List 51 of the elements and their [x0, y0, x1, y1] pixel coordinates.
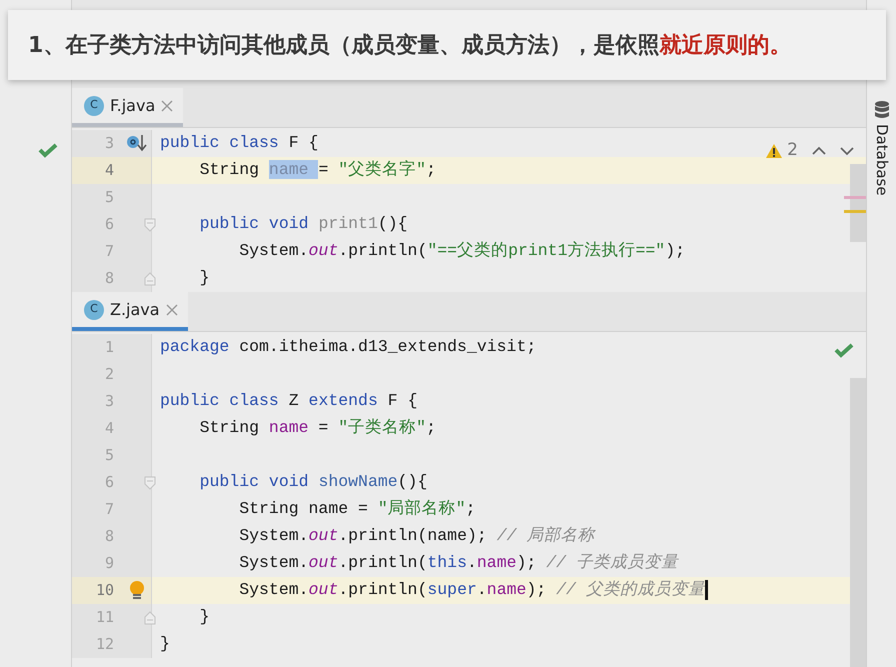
check-icon [834, 342, 854, 358]
banner-text: 1、在子类方法中访问其他成员（成员变量、成员方法），是依照就近原则的。 [28, 32, 792, 60]
code-line: String name = "子类名称"; [198, 417, 436, 440]
line-number: 7 [104, 241, 114, 262]
class-icon: C [84, 96, 104, 116]
code-line: public class F { [159, 132, 318, 154]
database-icon [874, 100, 890, 120]
chevron-up-icon[interactable] [812, 146, 826, 156]
code-line: System.out.println(name); // 局部名称 [238, 525, 594, 548]
line-number: 4 [104, 418, 114, 440]
line-number: 5 [104, 445, 114, 466]
line-number: 9 [104, 553, 114, 574]
code-line: System.out.println(super.name); // 父类的成员变量 [152, 578, 708, 603]
chevron-down-icon[interactable] [840, 146, 854, 156]
line-number: 4 [104, 160, 114, 182]
line-number: 8 [104, 526, 114, 548]
code-line: package com.itheima.d13_extends_visit; [159, 336, 536, 358]
line-number: 6 [104, 214, 114, 236]
line-number: 1 [104, 337, 114, 358]
scrollbar[interactable] [850, 378, 866, 667]
code-line: public void print1(){ [198, 213, 408, 236]
code-line: } [159, 633, 170, 656]
database-tab[interactable]: Database [870, 124, 893, 196]
warning-stripe-mark [844, 210, 866, 213]
file-tab[interactable]: C F.java [72, 88, 184, 127]
line-number: 11 [94, 607, 114, 628]
code-line: } [198, 267, 210, 290]
code-line: String name = "父类名字"; [198, 159, 436, 182]
file-tab[interactable]: C Z.java [72, 292, 188, 331]
close-icon[interactable] [161, 100, 174, 112]
line-number: 6 [104, 472, 114, 494]
code-line: String name = "局部名称"; [238, 498, 476, 520]
line-number: 10 [94, 580, 114, 602]
line-number: 7 [104, 499, 114, 520]
code-line: public class Z extends F { [159, 390, 418, 412]
code-line: } [198, 606, 210, 628]
warning-counter[interactable]: 2 [765, 138, 798, 164]
line-number: 3 [104, 391, 114, 412]
code-line: public void showName(){ [198, 471, 428, 494]
line-number: 2 [104, 364, 114, 386]
error-stripe-mark [844, 196, 866, 199]
code-line: System.out.println("==父类的print1方法执行=="); [238, 240, 686, 262]
line-number: 8 [104, 268, 114, 290]
line-number: 12 [94, 634, 114, 656]
warning-icon [765, 142, 784, 159]
scrollbar[interactable] [850, 164, 866, 242]
code-line: System.out.println(this.name); // 子类成员变量 [238, 552, 678, 574]
class-icon: C [84, 300, 104, 320]
close-icon[interactable] [166, 304, 178, 316]
line-number: 3 [104, 133, 114, 154]
line-number: 5 [104, 187, 114, 208]
